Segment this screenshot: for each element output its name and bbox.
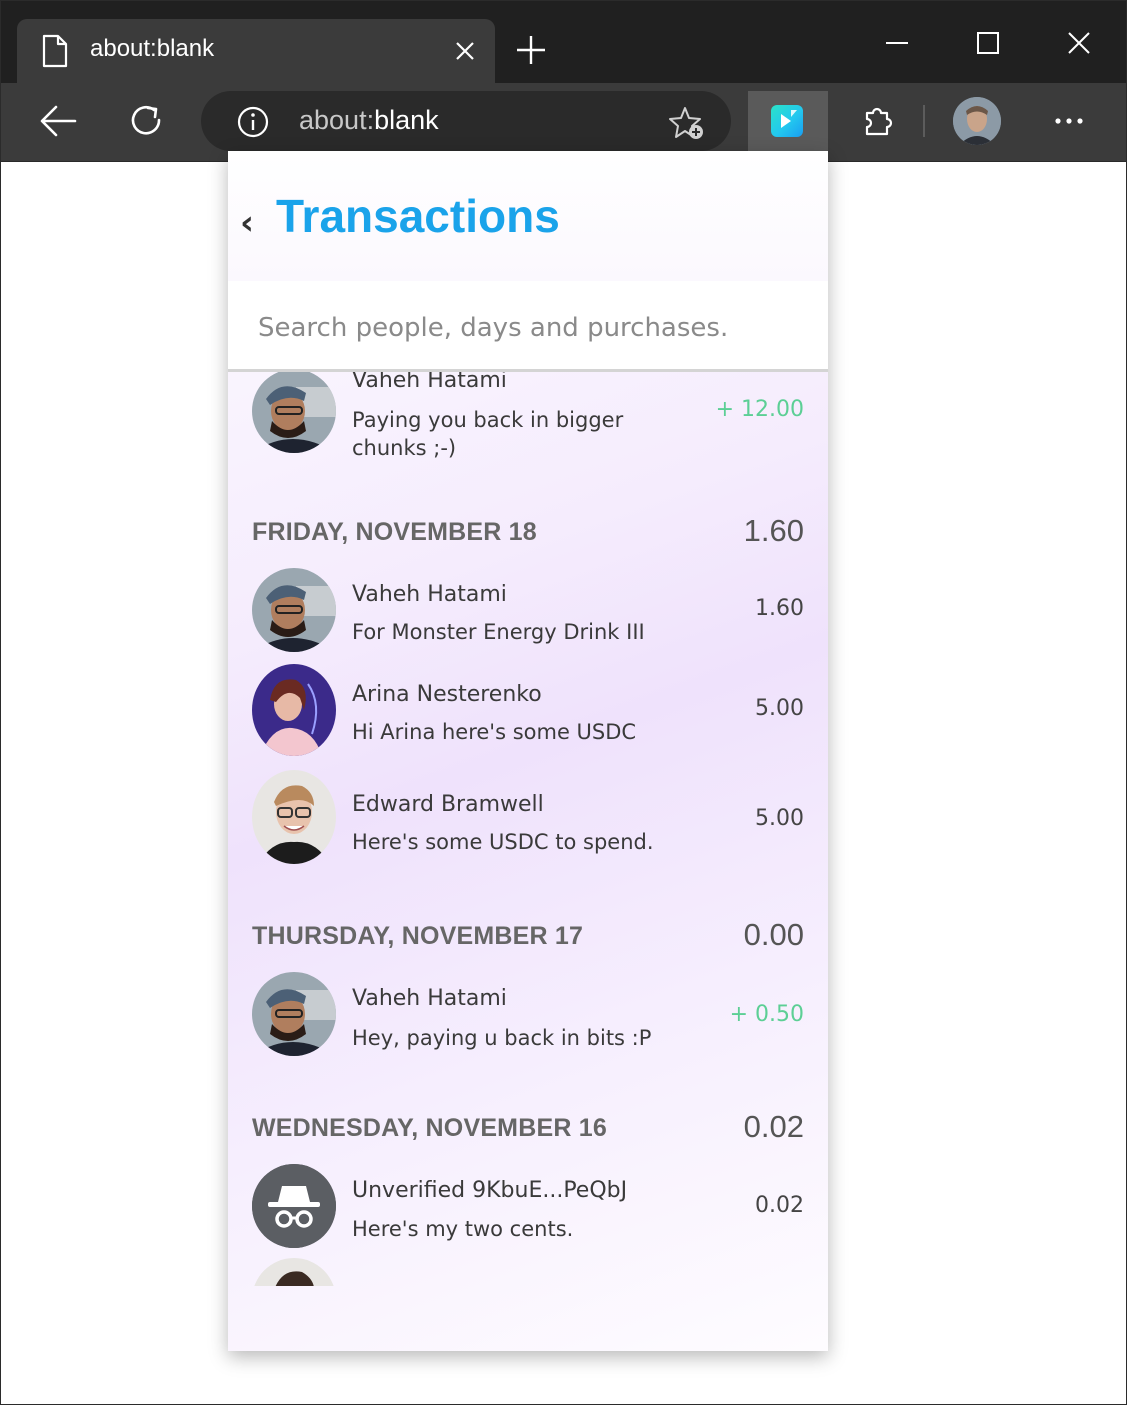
transaction-memo: Paying you back in bigger chunks ;-): [352, 408, 624, 460]
transaction-row[interactable]: Vaheh Hatami For Monster Energy Drink II…: [228, 568, 828, 668]
day-total: 1.60: [743, 513, 804, 548]
transaction-row[interactable]: Unverified 9KbuE...PeQbJ Here's my two c…: [228, 1164, 828, 1264]
day-total: 0.00: [743, 917, 804, 952]
transaction-memo: For Monster Energy Drink III: [352, 620, 645, 644]
sender-name: Arina Nesterenko: [352, 682, 542, 707]
day-label: FRIDAY, NOVEMBER 18: [252, 518, 537, 546]
sender-name: Vaheh Hatami: [352, 582, 507, 607]
transaction-amount: 1.60: [755, 596, 804, 621]
page-icon: [41, 34, 69, 72]
avatar: [252, 972, 336, 1056]
transaction-amount: + 12.00: [715, 397, 804, 422]
maximize-icon[interactable]: [976, 29, 1000, 61]
wallet-extension-button[interactable]: [748, 91, 828, 151]
transaction-row[interactable]: Arina Nesterenko Hi Arina here's some US…: [228, 664, 828, 764]
profile-avatar[interactable]: [953, 97, 1001, 145]
back-chevron-icon[interactable]: ‹: [240, 203, 254, 243]
avatar: [252, 664, 336, 756]
close-tab-icon[interactable]: [455, 41, 475, 65]
search-bar: [228, 281, 828, 372]
address-bar[interactable]: about:blank: [201, 91, 731, 151]
url-host: blank: [374, 105, 439, 135]
transaction-memo: Here's my two cents.: [352, 1217, 574, 1241]
sender-name: Vaheh Hatami: [352, 986, 507, 1011]
transaction-amount: 0.02: [755, 1193, 804, 1218]
day-label: THURSDAY, NOVEMBER 17: [252, 922, 584, 950]
back-arrow-icon[interactable]: [39, 103, 77, 143]
close-window-icon[interactable]: [1067, 29, 1091, 61]
page-title: Transactions: [276, 190, 560, 242]
url-scheme: about:: [299, 105, 375, 135]
transaction-memo: Hi Arina here's some USDC: [352, 720, 637, 744]
incognito-avatar-icon: [252, 1164, 336, 1248]
day-header: THURSDAY, NOVEMBER 17 0.00: [228, 906, 828, 966]
minimize-icon[interactable]: [885, 29, 909, 61]
more-options-icon[interactable]: [1053, 113, 1085, 133]
avatar: [252, 1258, 336, 1286]
transaction-amount: + 0.50: [729, 1002, 804, 1027]
site-info-icon[interactable]: [237, 106, 269, 142]
browser-tab[interactable]: about:blank: [17, 19, 495, 83]
avatar: [252, 372, 336, 453]
sender-name: Vaheh Hatami: [352, 372, 507, 393]
refresh-icon[interactable]: [128, 103, 164, 143]
extensions-puzzle-icon[interactable]: [859, 104, 895, 144]
popup-header: ‹ Transactions: [228, 151, 828, 281]
day-total: 0.02: [743, 1109, 804, 1144]
add-favorite-icon[interactable]: [668, 105, 706, 145]
transaction-row[interactable]: [228, 1258, 828, 1286]
avatar: [252, 568, 336, 652]
wallet-extension-icon: [771, 105, 803, 137]
sender-name: Unverified 9KbuE...PeQbJ: [352, 1178, 628, 1203]
transaction-row[interactable]: Vaheh Hatami Hey, paying u back in bits …: [228, 972, 828, 1072]
transaction-row[interactable]: Edward Bramwell Here's some USDC to spen…: [228, 770, 828, 870]
transaction-amount: 5.00: [755, 806, 804, 831]
transaction-amount: 5.00: [755, 696, 804, 721]
url-text[interactable]: about:blank: [299, 105, 439, 136]
search-input[interactable]: [256, 307, 800, 349]
new-tab-icon[interactable]: [515, 34, 547, 70]
transaction-memo: Here's some USDC to spend.: [352, 830, 654, 854]
tab-bar: about:blank: [1, 1, 1126, 83]
extension-popup: ‹ Transactions Vaheh Hatami Paying you b…: [228, 151, 828, 1351]
avatar: [252, 770, 336, 864]
day-header: WEDNESDAY, NOVEMBER 16 0.02: [228, 1098, 828, 1158]
sender-name: Edward Bramwell: [352, 792, 544, 817]
transaction-row[interactable]: Vaheh Hatami Paying you back in bigger c…: [228, 372, 828, 492]
day-label: WEDNESDAY, NOVEMBER 16: [252, 1114, 607, 1142]
transaction-list[interactable]: Vaheh Hatami Paying you back in bigger c…: [228, 372, 828, 1286]
toolbar-separator: [923, 105, 925, 137]
browser-window: about:blank about:blank ‹ Transactions S…: [0, 0, 1127, 1405]
day-header: FRIDAY, NOVEMBER 18 1.60: [228, 502, 828, 562]
tab-title: about:blank: [90, 35, 215, 62]
transaction-memo: Hey, paying u back in bits :P: [352, 1026, 652, 1050]
